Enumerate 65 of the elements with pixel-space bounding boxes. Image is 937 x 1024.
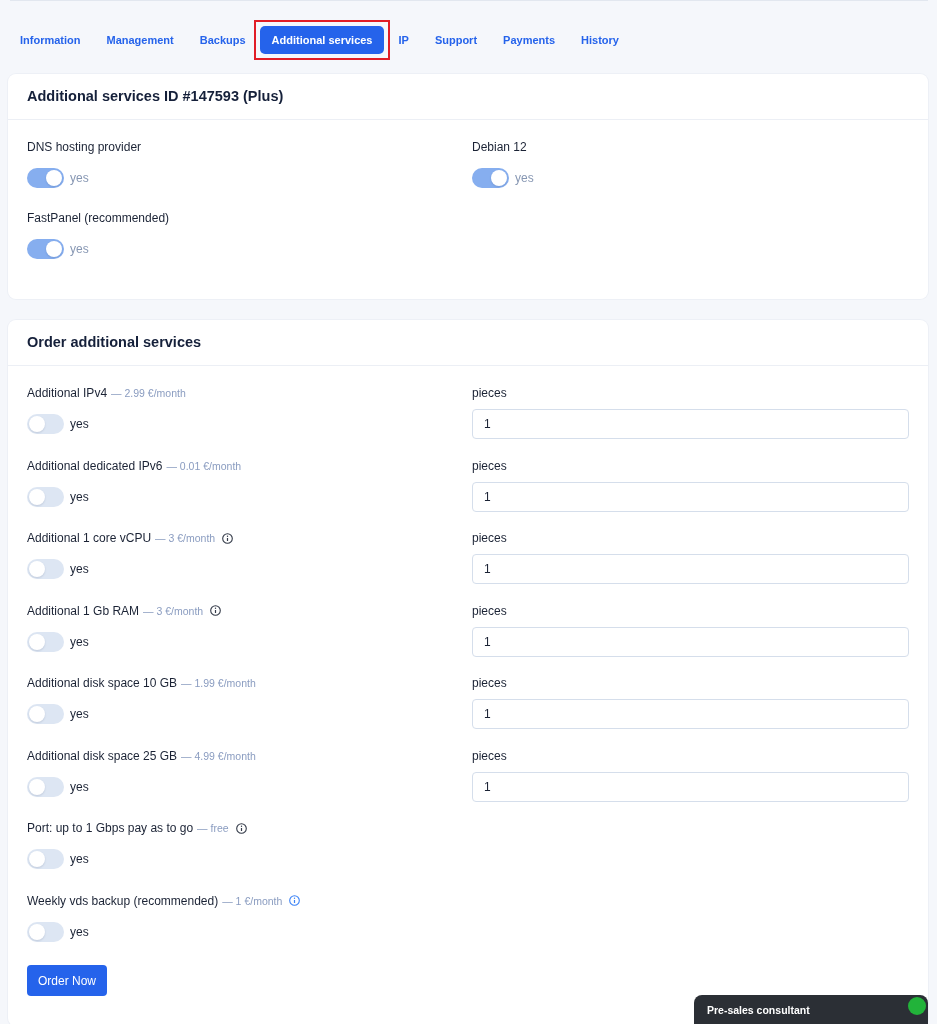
info-icon[interactable] xyxy=(210,605,222,616)
toggle-label: yes xyxy=(70,633,89,650)
toggle-switch[interactable] xyxy=(27,486,64,507)
service-name: Additional 1 core vCPU xyxy=(27,530,152,546)
service-name: Port: up to 1 Gbps pay as to go xyxy=(27,820,194,836)
service-name: Additional 1 Gb RAM xyxy=(27,602,140,619)
tab[interactable]: Additional services xyxy=(259,26,385,54)
toggle-switch[interactable] xyxy=(27,631,64,652)
toggle-switch[interactable] xyxy=(27,559,64,579)
service-name: Additional disk space 10 GB xyxy=(27,675,178,691)
service-name: Debian 12 xyxy=(472,139,527,155)
order-button[interactable]: Order Now xyxy=(27,965,107,996)
toggle-label: yes xyxy=(70,416,89,432)
quantity-field[interactable]: 1 xyxy=(472,626,909,657)
tab[interactable]: Information xyxy=(12,26,89,54)
tab[interactable]: Management xyxy=(98,26,182,54)
service-name: Additional dedicated IPv6 xyxy=(27,457,163,474)
toggle-label: yes xyxy=(515,170,534,186)
price: — 4.99 €/month xyxy=(181,748,256,764)
info-icon[interactable] xyxy=(235,822,247,834)
toggle-switch[interactable] xyxy=(27,414,64,434)
service-name: Weekly vds backup (recommended) xyxy=(27,892,219,909)
tab[interactable]: Support xyxy=(426,26,486,54)
price: — free xyxy=(197,821,229,836)
chat-widget-button[interactable]: Pre-sales consultant xyxy=(694,995,928,1024)
service-name: Additional disk space 25 GB xyxy=(27,747,178,764)
quantity-field[interactable]: 1 xyxy=(472,771,909,802)
card-title: Additional services ID #147593 (Plus) xyxy=(27,87,284,106)
price: — 2.99 €/month xyxy=(111,386,186,401)
field-label: pieces xyxy=(472,675,508,691)
toggle-label: yes xyxy=(70,170,89,186)
quantity-field[interactable]: 1 xyxy=(472,699,909,729)
toggle-switch[interactable] xyxy=(27,849,64,869)
field-label: pieces xyxy=(472,457,508,474)
price: — 3 €/month xyxy=(143,603,204,619)
toggle-switch[interactable] xyxy=(27,921,64,942)
toggle-label: yes xyxy=(70,241,89,257)
toggle-switch[interactable] xyxy=(27,776,64,797)
service-name: FastPanel (recommended) xyxy=(27,210,170,226)
service-name: DNS hosting provider xyxy=(27,139,142,155)
toggle-label: yes xyxy=(70,706,89,722)
tab[interactable]: Payments xyxy=(495,26,564,54)
toggle-label: yes xyxy=(70,488,89,505)
quantity-field[interactable]: 1 xyxy=(472,481,909,512)
price: — 3 €/month xyxy=(155,531,216,546)
price: — 1.99 €/month xyxy=(181,676,256,691)
field-label: pieces xyxy=(472,747,508,764)
tab[interactable]: Backups xyxy=(191,26,254,54)
toggle-label: yes xyxy=(70,778,89,795)
toggle-label: yes xyxy=(70,851,89,867)
card-title: Order additional services xyxy=(27,333,202,352)
price: — 1 €/month xyxy=(222,893,283,909)
quantity-field[interactable]: 1 xyxy=(472,554,909,584)
field-label: pieces xyxy=(472,530,508,546)
toggle-switch[interactable] xyxy=(27,704,64,724)
tab[interactable]: History xyxy=(573,26,627,54)
tab[interactable]: IP xyxy=(390,26,417,54)
price: — 0.01 €/month xyxy=(166,458,242,474)
toggle-label: yes xyxy=(70,561,89,577)
toggle-label: yes xyxy=(70,923,89,940)
info-icon[interactable] xyxy=(222,532,234,544)
field-label: pieces xyxy=(472,602,508,619)
service-name: Additional IPv4 xyxy=(27,385,108,401)
field-label: pieces xyxy=(472,385,508,401)
quantity-field[interactable]: 1 xyxy=(472,409,909,439)
